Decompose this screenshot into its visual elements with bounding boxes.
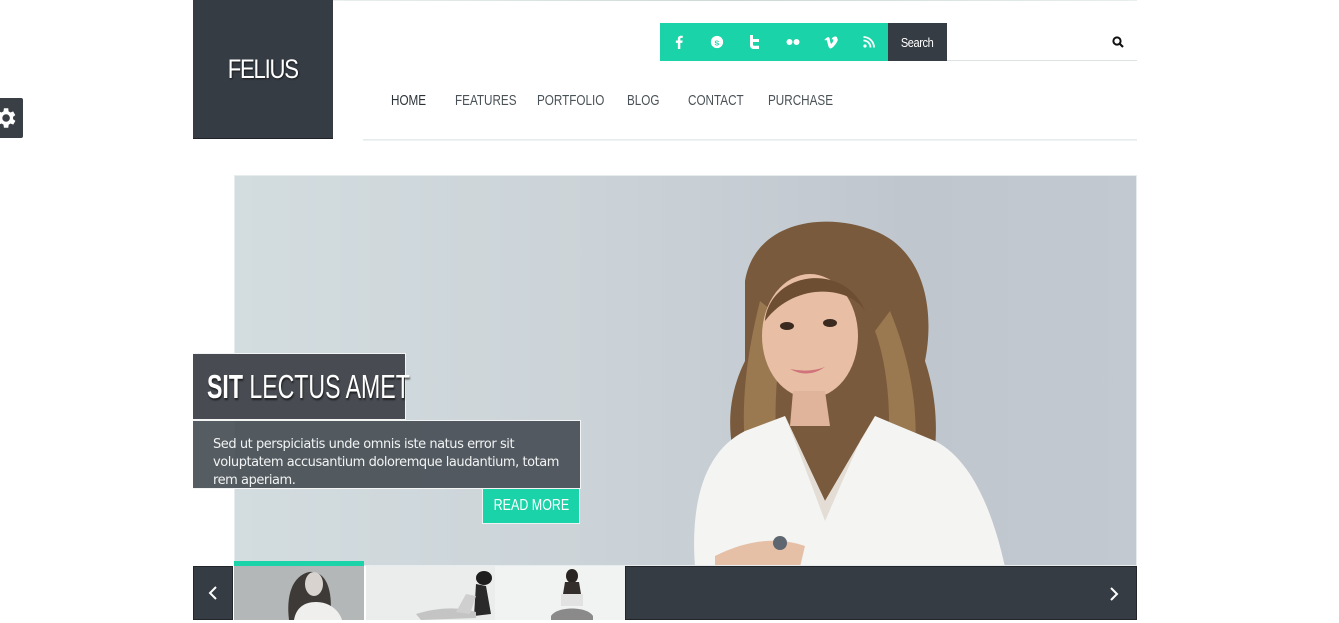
slider-next-button[interactable] bbox=[1102, 581, 1126, 607]
chevron-left-icon bbox=[208, 586, 217, 600]
nav-purchase[interactable]: PURCHASE bbox=[768, 92, 833, 114]
main-nav: HOME FEATURES PORTFOLIO BLOG CONTACT PUR… bbox=[391, 92, 848, 114]
social-vimeo-link[interactable] bbox=[812, 23, 850, 61]
rss-icon bbox=[863, 36, 875, 48]
settings-toggle[interactable] bbox=[0, 98, 23, 138]
slide-caption-title: SIT LECTUS AMET bbox=[193, 353, 410, 420]
hero-model-image bbox=[694, 221, 1005, 565]
nav-features[interactable]: FEATURES bbox=[455, 92, 519, 114]
caption-title-bold: SIT bbox=[207, 367, 243, 405]
nav-divider bbox=[363, 139, 1137, 141]
search-icon bbox=[1112, 35, 1124, 48]
slide-caption-description: Sed ut perspiciatis unde omnis iste natu… bbox=[193, 420, 581, 489]
social-rss-link[interactable] bbox=[850, 23, 888, 61]
slider-thumbnail-2[interactable] bbox=[366, 566, 496, 620]
skype-icon bbox=[710, 35, 724, 49]
social-facebook-link[interactable] bbox=[660, 23, 698, 61]
nav-contact[interactable]: CONTACT bbox=[688, 92, 750, 114]
social-skype-link[interactable] bbox=[698, 23, 736, 61]
slider-thumbnail-1[interactable] bbox=[234, 566, 364, 620]
facebook-icon bbox=[675, 35, 683, 49]
twitter-icon bbox=[750, 35, 759, 49]
thumbnail-image bbox=[366, 566, 496, 620]
social-bar bbox=[660, 23, 888, 61]
search-label: Search bbox=[888, 23, 947, 61]
search-button[interactable] bbox=[1099, 23, 1137, 61]
gear-icon bbox=[0, 108, 16, 128]
slider-prev-button[interactable] bbox=[193, 566, 233, 620]
thumbnail-image bbox=[495, 566, 625, 620]
logo-text: FELIUS bbox=[227, 53, 299, 84]
read-more-button[interactable]: READ MORE bbox=[482, 489, 580, 524]
flickr-icon bbox=[786, 39, 800, 45]
nav-blog[interactable]: BLOG bbox=[627, 92, 675, 114]
social-twitter-link[interactable] bbox=[736, 23, 774, 61]
social-flickr-link[interactable] bbox=[774, 23, 812, 61]
nav-home[interactable]: HOME bbox=[391, 92, 441, 114]
slider-thumbnail-3[interactable] bbox=[495, 566, 625, 620]
nav-portfolio[interactable]: PORTFOLIO bbox=[537, 92, 607, 114]
slider-nav-bar bbox=[625, 566, 1137, 620]
search-input[interactable] bbox=[947, 23, 1099, 61]
vimeo-icon bbox=[824, 36, 838, 48]
chevron-right-icon bbox=[1110, 587, 1119, 601]
site-logo[interactable]: FELIUS bbox=[193, 0, 333, 139]
header-divider bbox=[333, 0, 1137, 1]
caption-title-rest: LECTUS AMET bbox=[242, 367, 410, 405]
thumbnail-image bbox=[234, 566, 364, 620]
